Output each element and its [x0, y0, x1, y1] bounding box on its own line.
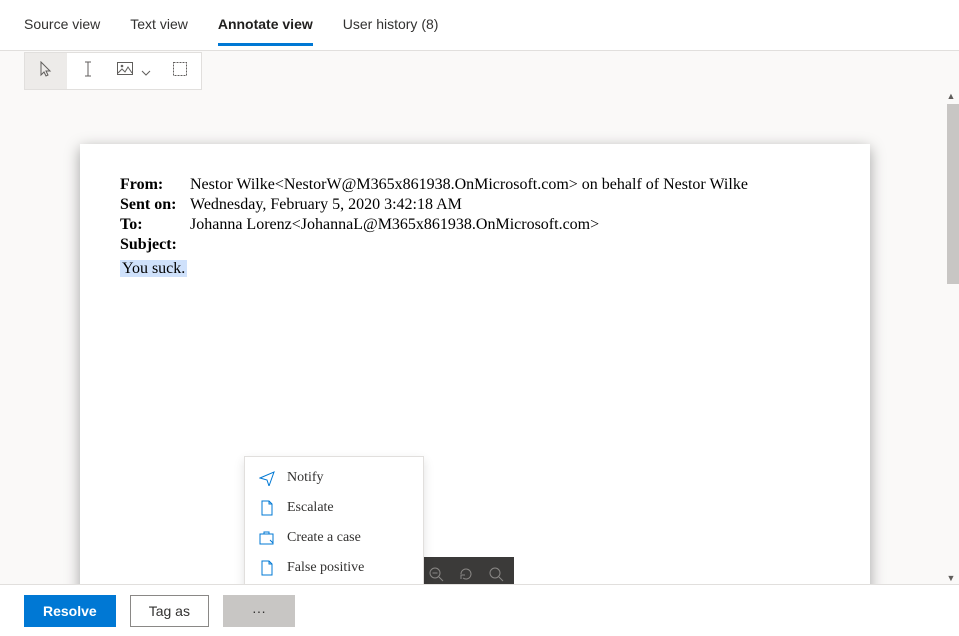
zoom-out-button[interactable] [428, 566, 444, 582]
chevron-down-icon [141, 63, 151, 79]
sent-on-label: Sent on: [120, 196, 190, 214]
selection-rect-icon [173, 62, 187, 79]
menu-label: Create a case [287, 530, 361, 546]
pointer-tool[interactable] [25, 53, 67, 89]
menu-item-notify[interactable]: Notify [245, 463, 423, 493]
text-cursor-icon [81, 61, 95, 80]
to-label: To: [120, 216, 190, 234]
to-value: Johanna Lorenz<JohannaL@M365x861938.OnMi… [190, 216, 830, 234]
menu-item-view-details[interactable]: View message details [245, 583, 423, 584]
highlighted-text[interactable]: You suck. [120, 260, 187, 277]
text-cursor-tool[interactable] [67, 53, 109, 89]
subject-value [190, 236, 830, 254]
image-tool[interactable] [109, 53, 159, 89]
tab-text-view[interactable]: Text view [130, 3, 188, 46]
image-icon [117, 62, 135, 79]
annotation-toolbar [0, 50, 959, 90]
view-tabs: Source view Text view Annotate view User… [0, 0, 959, 50]
rotate-button[interactable] [458, 566, 474, 582]
vertical-scrollbar[interactable]: ▲ ▼ [943, 90, 959, 584]
email-body: You suck. [120, 260, 830, 278]
sent-on-value: Wednesday, February 5, 2020 3:42:18 AM [190, 196, 830, 214]
subject-label: Subject: [120, 236, 190, 254]
selection-tool[interactable] [159, 53, 201, 89]
tag-as-button[interactable]: Tag as [130, 595, 209, 627]
resolve-button[interactable]: Resolve [24, 595, 116, 627]
document-plus-icon [259, 560, 275, 576]
menu-item-create-case[interactable]: Create a case [245, 523, 423, 553]
cursor-icon [38, 61, 54, 80]
tab-source-view[interactable]: Source view [24, 3, 100, 46]
menu-label: Notify [287, 470, 324, 486]
scroll-up-icon[interactable]: ▲ [945, 90, 957, 102]
menu-label: False positive [287, 560, 364, 576]
email-document: From: Nestor Wilke<NestorW@M365x861938.O… [80, 144, 870, 584]
menu-item-false-positive[interactable]: False positive [245, 553, 423, 583]
scroll-down-icon[interactable]: ▼ [945, 572, 957, 584]
tab-user-history[interactable]: User history (8) [343, 3, 439, 46]
scroll-thumb[interactable] [947, 104, 959, 284]
from-value: Nestor Wilke<NestorW@M365x861938.OnMicro… [190, 176, 830, 194]
document-canvas: From: Nestor Wilke<NestorW@M365x861938.O… [0, 90, 959, 584]
menu-item-escalate[interactable]: Escalate [245, 493, 423, 523]
document-icon [259, 500, 275, 516]
action-menu: Notify Escalate Create a case False posi… [244, 456, 424, 584]
send-icon [259, 470, 275, 486]
footer-actions: Resolve Tag as ··· [0, 584, 959, 636]
case-icon [259, 530, 275, 546]
more-actions-button[interactable]: ··· [223, 595, 295, 627]
search-button[interactable] [488, 566, 504, 582]
from-label: From: [120, 176, 190, 194]
menu-label: Escalate [287, 500, 334, 516]
tab-annotate-view[interactable]: Annotate view [218, 3, 313, 46]
